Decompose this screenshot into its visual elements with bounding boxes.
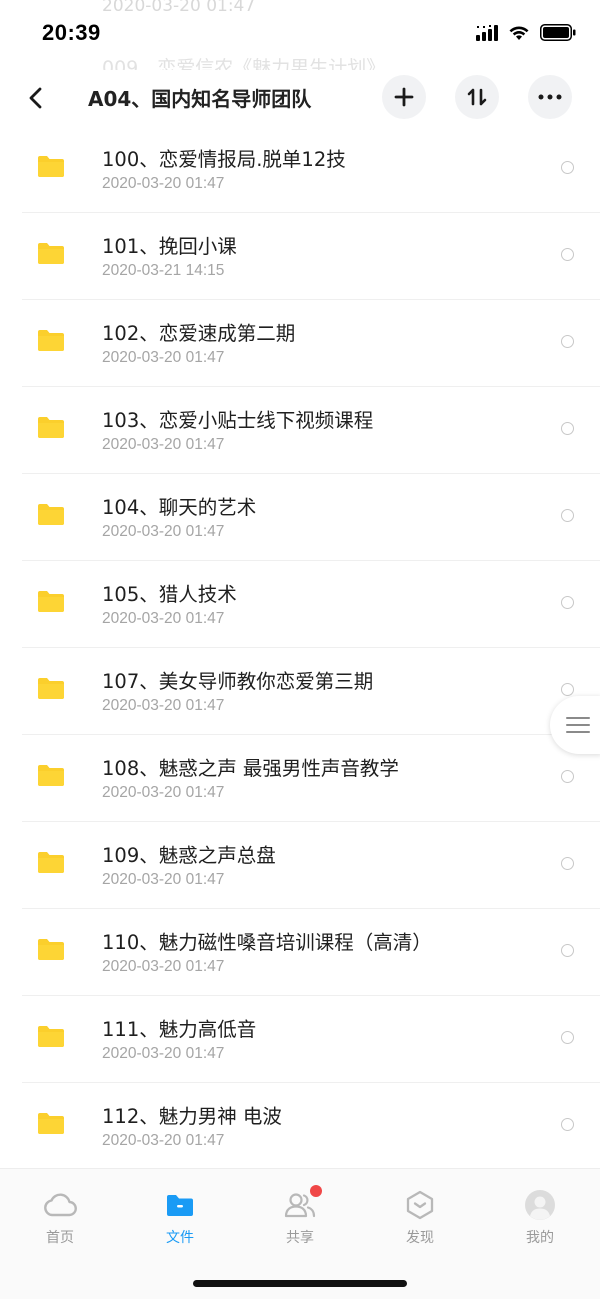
folder-row[interactable]: 110、魅力磁性嗓音培训课程（高清） 2020-03-20 01:47 [0,909,600,996]
drawer-handle[interactable] [550,696,600,754]
folder-date: 2020-03-20 01:47 [102,610,225,627]
status-icons [476,24,576,41]
avatar-icon [522,1187,558,1223]
folder-date: 2020-03-20 01:47 [102,523,225,540]
more-dots-icon [538,94,562,100]
tab-discover-label: 发现 [406,1230,434,1246]
folder-name: 104、聊天的艺术 [102,496,257,519]
select-radio[interactable] [561,770,574,783]
folder-icon [37,242,65,265]
select-radio[interactable] [561,248,574,261]
file-list: 100、恋爱情报局.脱单12技 2020-03-20 01:47 101、挽回小课 2… [0,126,600,1168]
chevron-left-icon [29,87,42,109]
folder-icon [37,677,65,700]
folder-row[interactable]: 100、恋爱情报局.脱单12技 2020-03-20 01:47 [0,126,600,213]
cellular-signal-icon [476,24,498,41]
folder-date: 2020-03-20 01:47 [102,436,225,453]
select-radio[interactable] [561,161,574,174]
folder-name: 102、恋爱速成第二期 [102,322,296,345]
folder-name: 103、恋爱小贴士线下视频课程 [102,409,374,432]
folder-name: 105、猎人技术 [102,583,237,606]
cloud-icon [42,1187,78,1223]
folder-row[interactable]: 111、魅力高低音 2020-03-20 01:47 [0,996,600,1083]
plus-icon [394,87,414,107]
sort-button[interactable] [455,75,499,119]
select-radio[interactable] [561,1031,574,1044]
folder-icon [37,764,65,787]
more-button[interactable] [528,75,572,119]
folder-row[interactable]: 105、猎人技术 2020-03-20 01:47 [0,561,600,648]
folder-icon [37,329,65,352]
screen: 2020-03-20 01:47 009、恋爱信农《魅力男生计划》 20:39 [0,0,600,1299]
folder-name: 100、恋爱情报局.脱单12技 [102,148,346,171]
battery-icon [540,24,576,41]
folder-icon [37,1025,65,1048]
folder-row[interactable]: 102、恋爱速成第二期 2020-03-20 01:47 [0,300,600,387]
folder-icon [37,590,65,613]
folder-icon [37,155,65,178]
folder-name: 111、魅力高低音 [102,1018,257,1041]
folder-icon [37,1112,65,1135]
page-title: A04、国内知名导师团队 [88,87,312,111]
folder-date: 2020-03-20 01:47 [102,175,225,192]
status-time: 20:39 [42,20,101,45]
folder-name: 112、魅力男神 电波 [102,1105,282,1128]
folder-name: 107、美女导师教你恋爱第三期 [102,670,374,693]
discover-icon [402,1187,438,1223]
tab-discover[interactable]: 发现 [375,1187,465,1247]
tab-mine[interactable]: 我的 [495,1187,585,1247]
folder-icon [162,1187,198,1223]
folder-date: 2020-03-21 14:15 [102,262,225,279]
folder-date: 2020-03-20 01:47 [102,1045,225,1062]
folder-name: 110、魅力磁性嗓音培训课程（高清） [102,931,432,954]
menu-lines-icon [566,717,590,733]
folder-date: 2020-03-20 01:47 [102,1132,225,1149]
folder-row[interactable]: 109、魅惑之声总盘 2020-03-20 01:47 [0,822,600,909]
tab-share-label: 共享 [286,1230,314,1246]
select-radio[interactable] [561,857,574,870]
people-icon [282,1185,322,1223]
scrolled-under-date: 2020-03-20 01:47 [102,0,256,16]
folder-date: 2020-03-20 01:47 [102,871,225,888]
wifi-icon [509,25,529,40]
folder-row[interactable]: 108、魅惑之声 最强男性声音教学 2020-03-20 01:47 [0,735,600,822]
tab-share[interactable]: 共享 [255,1185,345,1247]
folder-icon [37,851,65,874]
folder-icon [37,503,65,526]
folder-row[interactable]: 107、美女导师教你恋爱第三期 2020-03-20 01:47 [0,648,600,735]
folder-row[interactable]: 104、聊天的艺术 2020-03-20 01:47 [0,474,600,561]
folder-row[interactable]: 112、魅力男神 电波 2020-03-20 01:47 [0,1083,600,1168]
home-indicator [193,1280,407,1287]
add-button[interactable] [382,75,426,119]
select-radio[interactable] [561,335,574,348]
tab-home-label: 首页 [46,1230,74,1246]
tab-files-label: 文件 [166,1230,194,1246]
tab-files[interactable]: 文件 [135,1187,225,1247]
nav-bar: A04、国内知名导师团队 [0,70,600,126]
tab-bar: 首页 文件 共享 发现 我的 [0,1168,600,1299]
select-radio[interactable] [561,683,574,696]
folder-row[interactable]: 101、挽回小课 2020-03-21 14:15 [0,213,600,300]
select-radio[interactable] [561,1118,574,1131]
sort-arrows-icon [467,88,487,106]
select-radio[interactable] [561,422,574,435]
folder-row[interactable]: 103、恋爱小贴士线下视频课程 2020-03-20 01:47 [0,387,600,474]
share-notification-badge [310,1185,322,1197]
folder-date: 2020-03-20 01:47 [102,349,225,366]
folder-name: 101、挽回小课 [102,235,237,258]
select-radio[interactable] [561,596,574,609]
folder-date: 2020-03-20 01:47 [102,697,225,714]
select-radio[interactable] [561,944,574,957]
folder-icon [37,416,65,439]
select-radio[interactable] [561,509,574,522]
status-bar: 2020-03-20 01:47 009、恋爱信农《魅力男生计划》 20:39 [0,0,600,79]
folder-name: 109、魅惑之声总盘 [102,844,276,867]
folder-date: 2020-03-20 01:47 [102,958,225,975]
folder-icon [37,938,65,961]
tab-home[interactable]: 首页 [15,1187,105,1247]
folder-name: 108、魅惑之声 最强男性声音教学 [102,757,399,780]
back-button[interactable] [18,80,54,116]
tab-mine-label: 我的 [526,1230,554,1246]
folder-date: 2020-03-20 01:47 [102,784,225,801]
